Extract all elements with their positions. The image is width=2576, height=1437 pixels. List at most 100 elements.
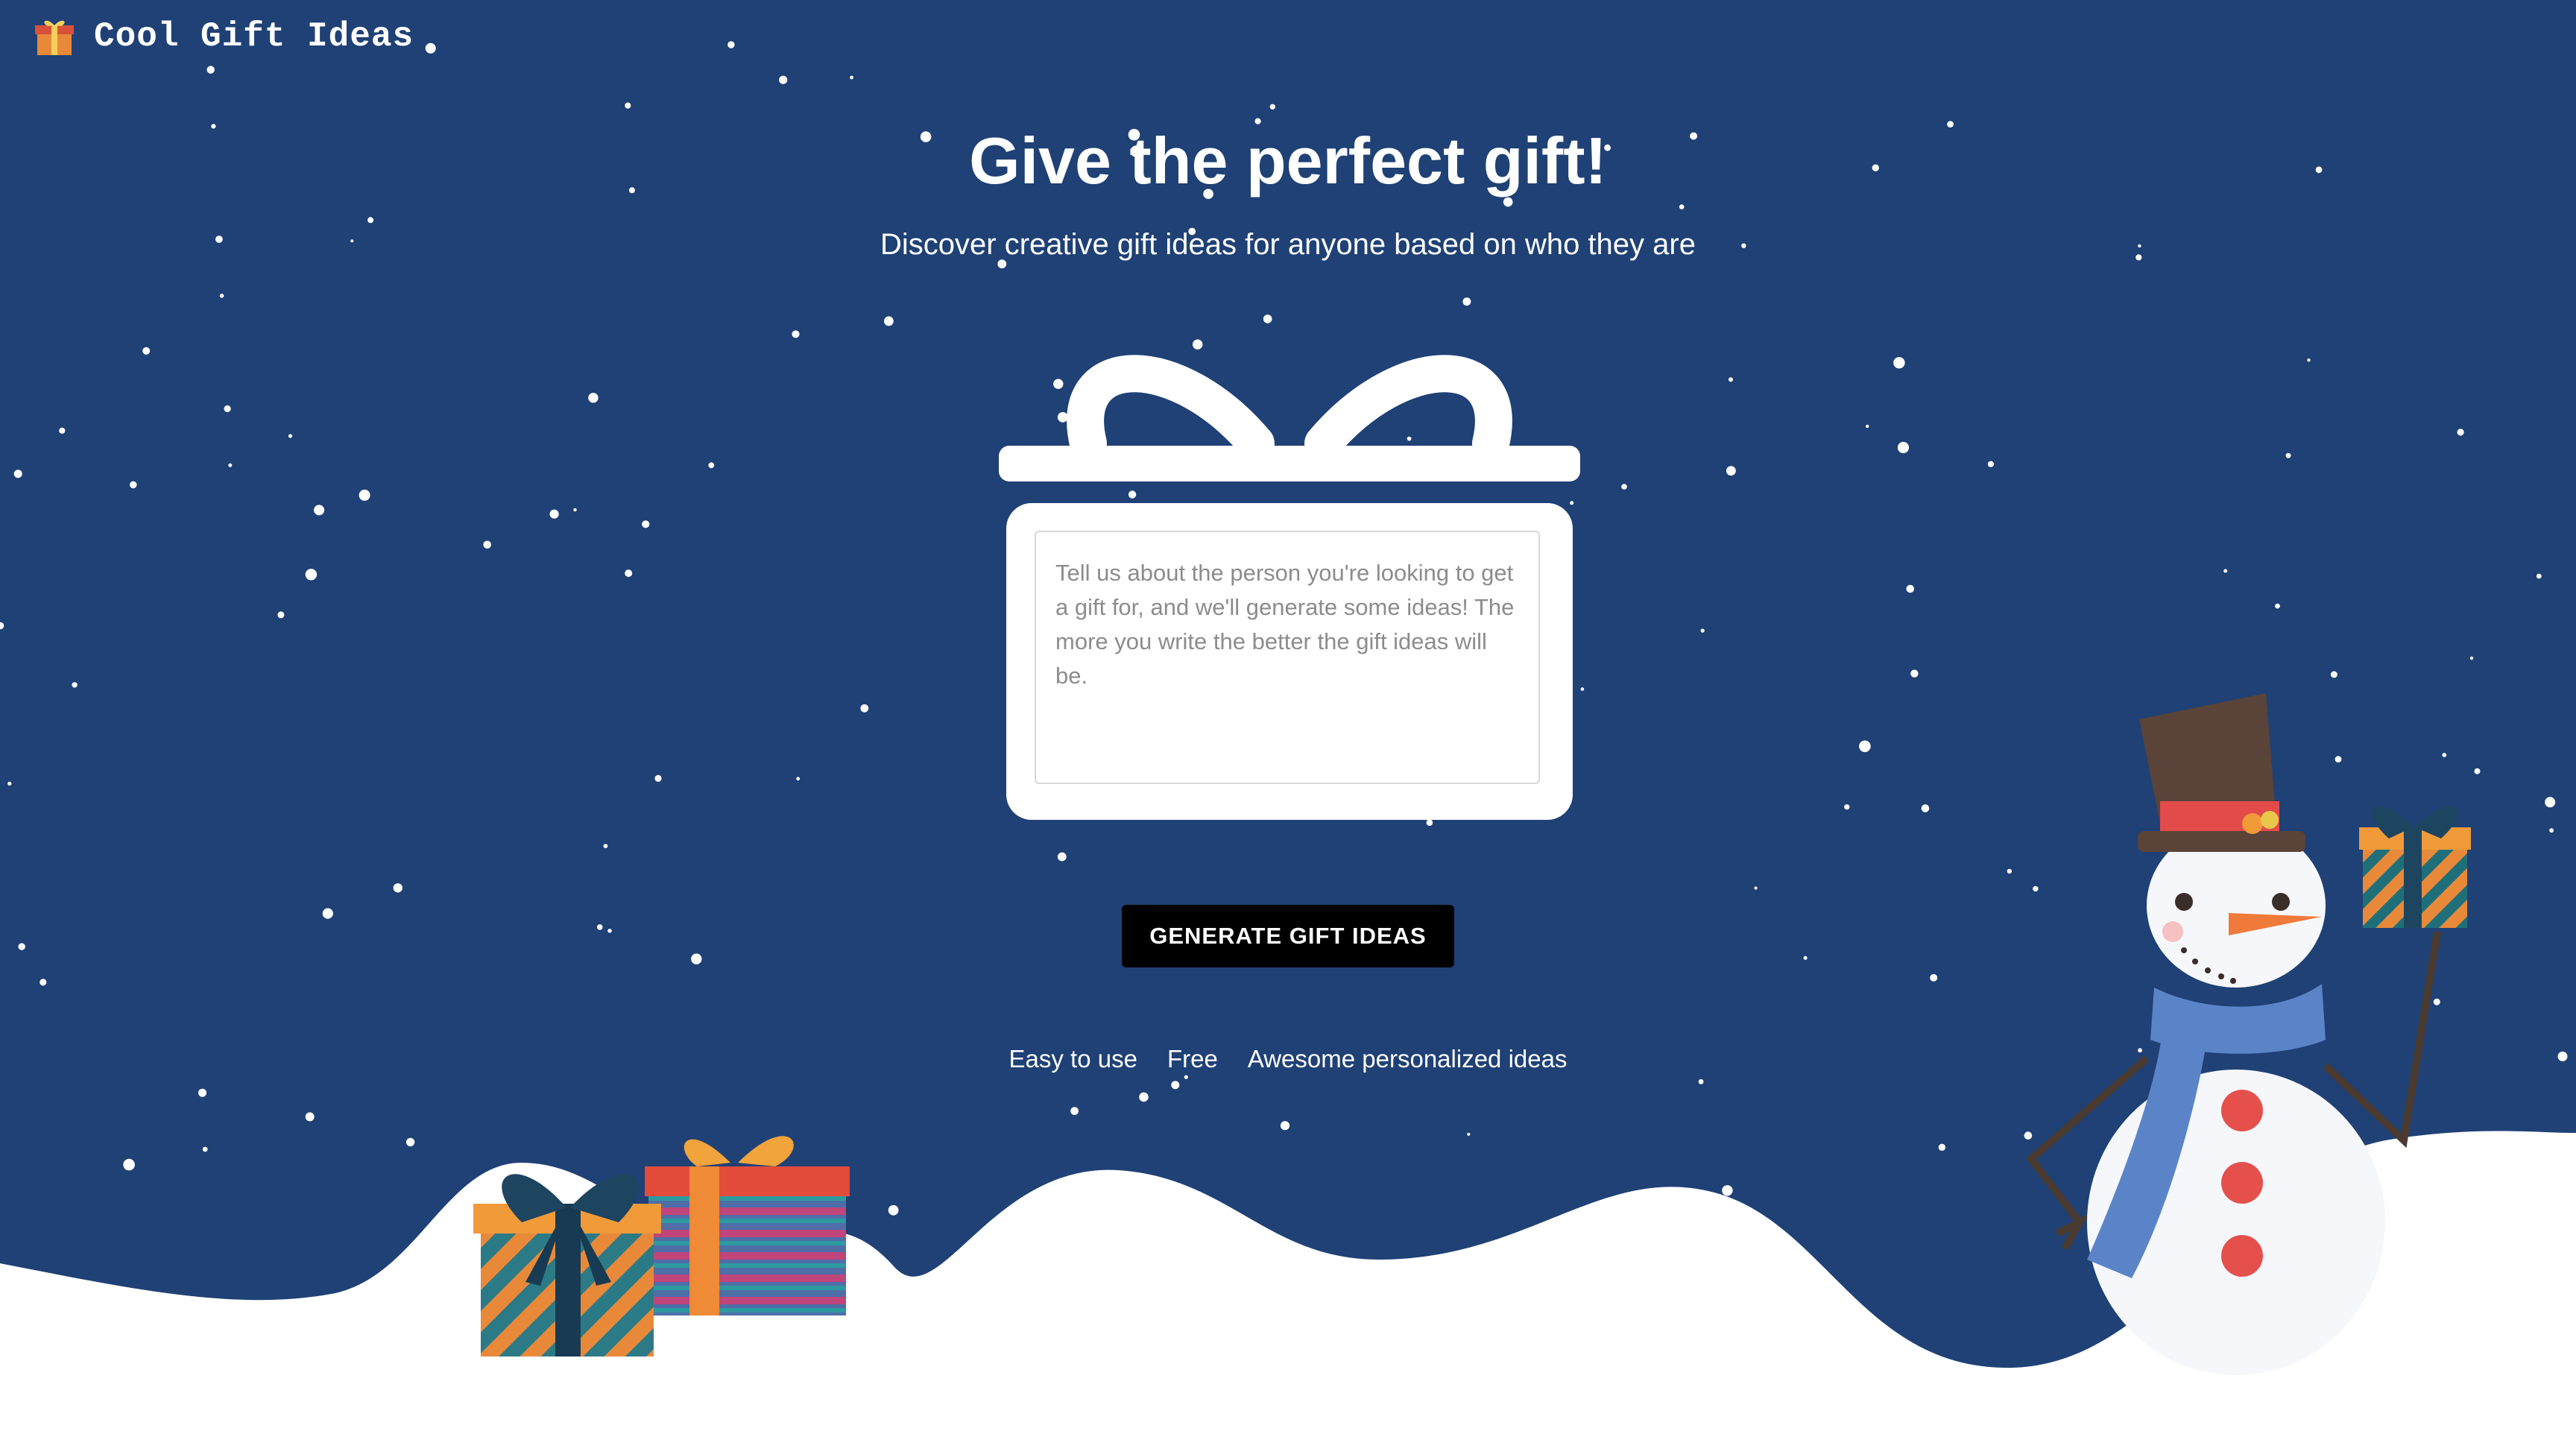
snowflake (727, 41, 735, 48)
feature-item: Awesome personalized ideas (1247, 1045, 1568, 1073)
snowflake (642, 520, 650, 528)
snowflake (219, 294, 224, 298)
snowflake (1698, 1078, 1704, 1084)
hero-scene: Cool Gift Ideas Give the perfect gift! D… (0, 0, 2576, 1437)
snowflake (1700, 628, 1705, 633)
snowflake (2223, 569, 2228, 573)
snowflake (198, 1088, 206, 1097)
snowflake (588, 393, 599, 403)
snowflake (277, 611, 285, 619)
snowflake (206, 66, 215, 74)
snowflake (1621, 484, 1627, 490)
snowflake (1930, 973, 1938, 982)
snowflake (2442, 753, 2447, 757)
snowflake (603, 844, 608, 848)
site-title: Cool Gift Ideas (94, 17, 414, 56)
snowflake (1754, 886, 1758, 890)
brand[interactable]: Cool Gift Ideas (33, 15, 414, 58)
snowflake (2033, 885, 2039, 892)
snowflake (1269, 104, 1276, 110)
snowflake (1866, 424, 1869, 429)
snowflake (1726, 466, 1736, 476)
snowflake (1910, 669, 1919, 678)
snowflake (1921, 804, 1930, 812)
snowflake (888, 1204, 899, 1216)
snowflake (573, 508, 577, 512)
snowflake (483, 540, 491, 549)
snowflake (0, 622, 4, 630)
snowflake (860, 704, 869, 713)
snowflake (59, 427, 66, 434)
snowflake (2545, 797, 2556, 808)
snowflake (2474, 768, 2481, 774)
snowflake (2334, 756, 2342, 763)
snowflake (1803, 956, 1808, 960)
snowflake (1426, 819, 1433, 826)
snowflake (2275, 603, 2280, 609)
snowflake (314, 505, 325, 516)
snowflake (850, 75, 853, 80)
snowflake (549, 509, 559, 519)
snowflake (40, 979, 47, 986)
snowflake (1859, 740, 1871, 753)
snowflake (1462, 297, 1471, 306)
snowflake (884, 316, 894, 326)
gift-icon (35, 20, 74, 55)
snowflake (596, 924, 603, 930)
snowflake (2536, 573, 2542, 579)
snowflake (625, 569, 633, 578)
snowflake (2457, 429, 2464, 436)
snowflake (625, 102, 631, 109)
snowflake (359, 489, 370, 501)
snowflake (1897, 441, 1910, 454)
snowflake (13, 470, 22, 479)
snowflake (367, 217, 374, 224)
snowflake (796, 777, 801, 781)
snowflake (1580, 687, 1585, 691)
snowflake (1844, 804, 1850, 810)
snowflake (1280, 1121, 1290, 1131)
snowflake (2469, 656, 2474, 660)
snowflake (305, 569, 318, 581)
snowflake (1467, 1132, 1471, 1136)
snowflake (1057, 852, 1067, 862)
snowflake (691, 953, 702, 964)
snowflake (322, 908, 333, 919)
snowflake (425, 42, 436, 54)
snowflake (288, 434, 293, 438)
snowflake (654, 774, 662, 782)
feature-list: Easy to use Free Awesome personalized id… (0, 1045, 2576, 1073)
snowflake (305, 1112, 315, 1122)
snowflake (1139, 1092, 1149, 1102)
snowflake (1679, 204, 1685, 209)
snowflake (123, 1158, 135, 1171)
snowflake (130, 481, 137, 489)
snowflake (1171, 1081, 1180, 1090)
snowflake (779, 75, 788, 84)
snowflake (2433, 998, 2440, 1005)
snowflake (142, 347, 151, 355)
page-subtitle: Discover creative gift ideas for anyone … (880, 228, 1696, 261)
snowflake (1906, 584, 1915, 593)
snowflake (1987, 461, 1994, 467)
snowflake (224, 405, 231, 413)
snowflake (2007, 868, 2012, 874)
snowflake (1070, 1107, 1079, 1115)
snowflake (393, 883, 402, 893)
snowflake (1184, 1075, 1188, 1079)
snowflake (202, 1146, 208, 1152)
feature-item: Easy to use (1008, 1045, 1137, 1073)
snowflake (2549, 828, 2554, 833)
snowflake (708, 462, 715, 469)
person-description-input[interactable] (1035, 531, 1540, 784)
snowflake (1729, 377, 1733, 382)
snowflake (2330, 671, 2337, 678)
snowflake (2307, 359, 2311, 362)
snowflake (228, 463, 233, 467)
snowflake (2024, 1131, 2033, 1140)
snowflake (1722, 1185, 1733, 1196)
snowflake (607, 929, 612, 933)
generate-gift-ideas-button[interactable]: GENERATE GIFT IDEAS (1122, 905, 1454, 967)
snowflake (1938, 1143, 1946, 1152)
feature-item: Free (1167, 1045, 1218, 1073)
